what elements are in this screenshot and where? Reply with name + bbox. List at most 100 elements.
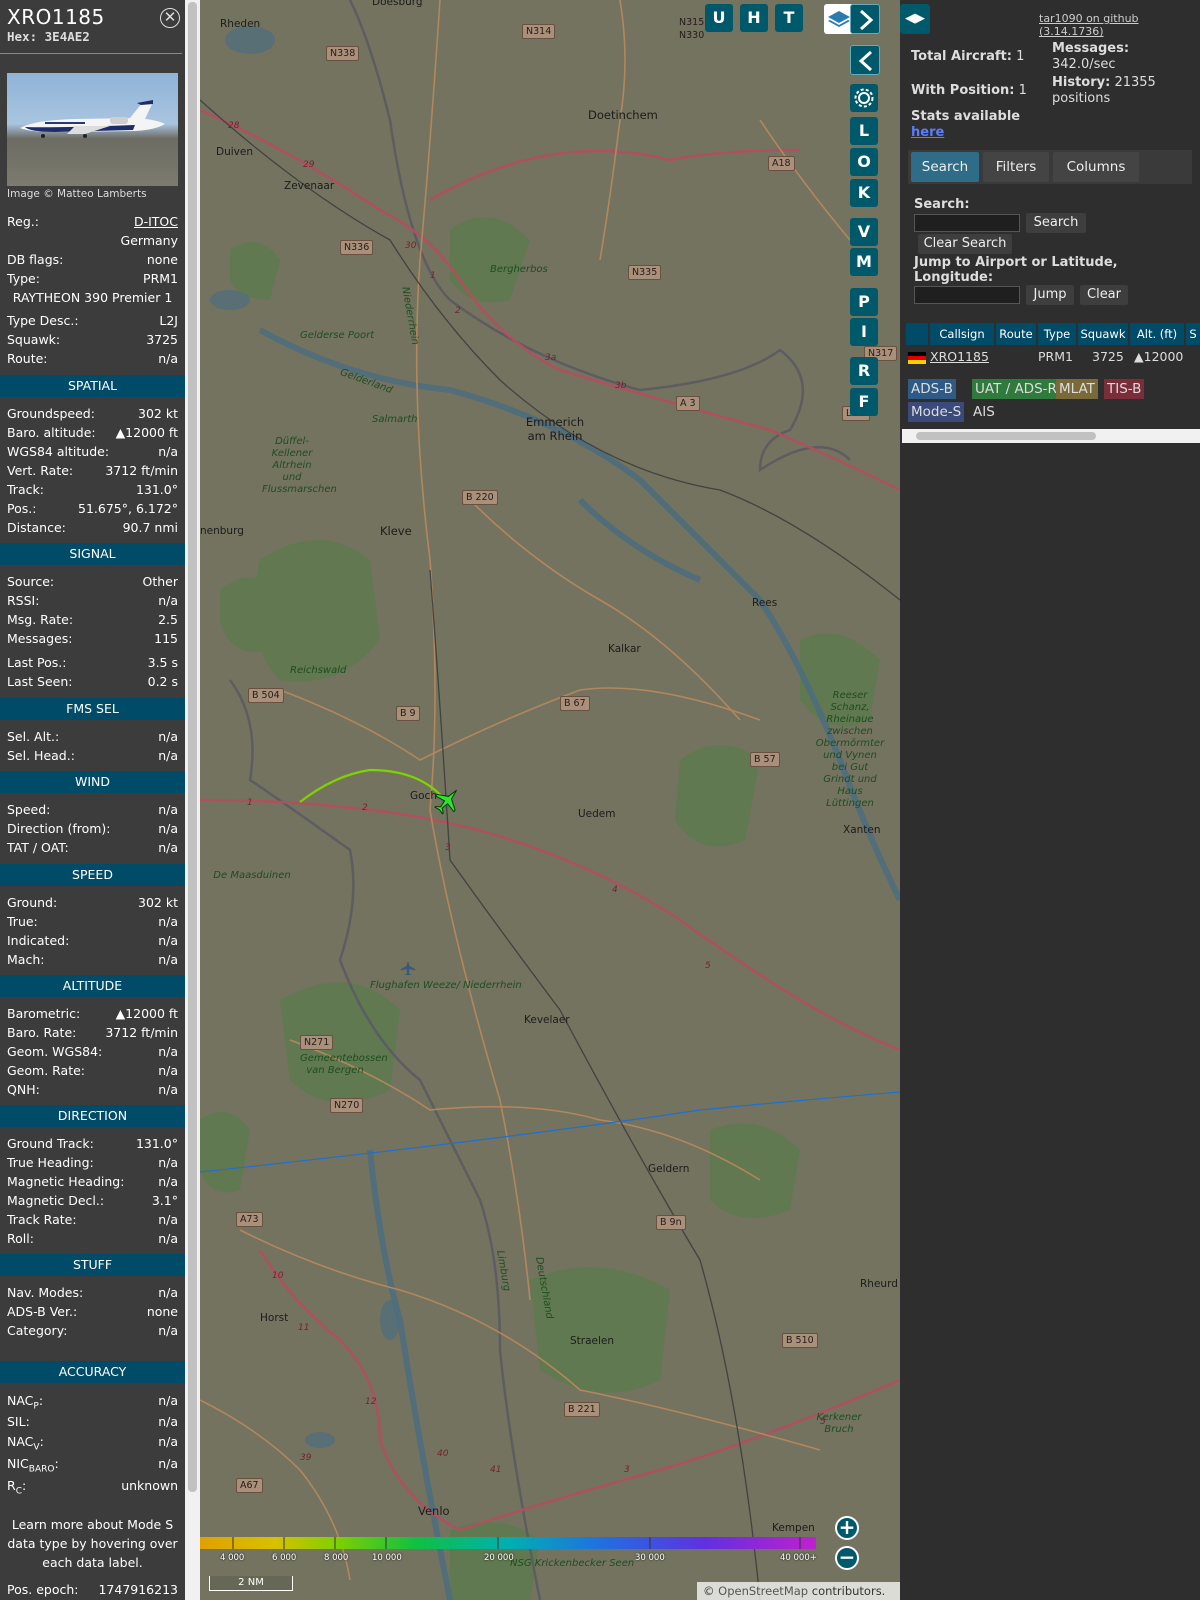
zoom-in-icon[interactable]: + xyxy=(835,1516,859,1540)
reg-link[interactable]: D-ITOC xyxy=(134,212,178,231)
section-header-fms: FMS SEL xyxy=(0,698,185,720)
map-label-place: Duiven xyxy=(216,146,253,158)
table-header-altitude[interactable]: Alt. (ft) xyxy=(1130,323,1184,345)
map-label-place: Venlo xyxy=(418,1504,450,1518)
table-header-flag[interactable] xyxy=(906,323,928,345)
map-label-place: Gelderse Poort xyxy=(300,330,375,341)
distance-scale: 2 NM xyxy=(209,1576,293,1591)
map-toggle-o[interactable]: O xyxy=(850,148,878,176)
clear-button[interactable]: Clear xyxy=(1080,285,1128,305)
aircraft-photo[interactable] xyxy=(7,73,178,186)
spatial-row: Groundspeed: 302 kt xyxy=(7,404,178,423)
map-label-place: Zevenaar xyxy=(284,180,335,192)
source-uat-adsr[interactable]: UAT / ADS-R xyxy=(972,379,1060,399)
accuracy-label-text: NIC xyxy=(7,1456,29,1471)
map-toggle-v[interactable]: V xyxy=(850,218,878,246)
map-toggle-p[interactable]: P xyxy=(850,288,878,316)
source-ais[interactable]: AIS xyxy=(970,402,998,422)
svg-text:3b: 3b xyxy=(615,381,627,391)
accuracy-row: NACP: n/a xyxy=(7,1391,178,1412)
jump-button[interactable]: Jump xyxy=(1026,285,1074,305)
map-view[interactable]: 28 29 30 1 2 3a 3b 1 2 3 4 5 10 11 12 39 40 41 3 5 Rhede… xyxy=(200,0,900,1600)
map-toggle-r[interactable]: R xyxy=(850,357,878,385)
speed-value: 302 kt xyxy=(138,895,178,910)
history-stat: History: 21355 positions xyxy=(1052,75,1192,107)
source-adsb[interactable]: ADS-B xyxy=(908,379,956,399)
scale-label-10000: 10 000 xyxy=(372,1553,402,1563)
osm-link[interactable]: OpenStreetMap xyxy=(718,1584,808,1598)
map-label-place: Gemeentebossen van Bergen xyxy=(300,1053,388,1076)
signal-value: 2.5 xyxy=(158,612,178,627)
spatial-value: 302 kt xyxy=(138,406,178,421)
close-icon[interactable]: ✕ xyxy=(160,8,180,28)
map-label-place: nenburg xyxy=(200,525,244,537)
spatial-row: Pos.: 51.675°, 6.172° xyxy=(7,499,178,518)
clear-search-button[interactable]: Clear Search xyxy=(918,234,1012,254)
map-toggle-m[interactable]: M xyxy=(850,248,878,276)
map-toggle-h[interactable]: H xyxy=(740,4,768,32)
dbflags-label: DB flags: xyxy=(7,252,64,267)
signal-row: Source: Other xyxy=(7,572,178,591)
section-header-stuff: STUFF xyxy=(0,1254,185,1276)
map-label-place: Bergherbos xyxy=(490,264,548,275)
gear-icon[interactable] xyxy=(850,84,878,112)
type-value: PRM1 xyxy=(143,271,178,286)
jet-illustration xyxy=(20,100,165,138)
github-link[interactable]: tar1090 on github (3.14.1736) xyxy=(1039,12,1200,38)
altitude-value: n/a xyxy=(158,1082,178,1097)
table-scrollbar[interactable] xyxy=(902,429,1200,443)
map-label-place: Kevelaer xyxy=(524,1014,570,1026)
table-header-route[interactable]: Route xyxy=(996,323,1036,345)
jump-input[interactable] xyxy=(914,286,1020,304)
zoom-out-icon[interactable]: − xyxy=(835,1546,859,1570)
speed-value: n/a xyxy=(158,952,178,967)
info-scrollbar-thumb[interactable] xyxy=(188,2,197,1492)
table-scrollbar-thumb[interactable] xyxy=(916,432,1096,440)
stuff-label: ADS-B Ver.: xyxy=(7,1304,78,1319)
squawk-label: Squawk: xyxy=(7,332,61,347)
accuracy-label-text: NAC xyxy=(7,1393,34,1408)
source-tisb[interactable]: TIS-B xyxy=(1104,379,1145,399)
source-mlat[interactable]: MLAT xyxy=(1056,379,1098,399)
chevron-right-icon[interactable] xyxy=(850,4,880,34)
info-scrollbar[interactable] xyxy=(185,0,200,1600)
stats-label: Stats available xyxy=(911,109,1021,124)
info-callsign: XRO1185 xyxy=(7,5,105,29)
expand-arrows-icon[interactable]: ◀▶ xyxy=(900,4,930,34)
type-row: Type: PRM1 xyxy=(7,269,178,288)
map-label-place: Salmarth xyxy=(372,414,418,425)
tab-columns[interactable]: Columns xyxy=(1053,152,1139,182)
map-toggle-k[interactable]: K xyxy=(850,179,878,207)
tab-filters[interactable]: Filters xyxy=(983,152,1049,182)
chevron-left-icon[interactable] xyxy=(850,45,880,75)
map-toggle-i[interactable]: I xyxy=(850,318,878,346)
svg-text:1: 1 xyxy=(247,798,253,808)
map-toggle-f[interactable]: F xyxy=(850,388,878,416)
history-label: History: xyxy=(1052,75,1111,90)
svg-text:30: 30 xyxy=(405,241,417,251)
search-input[interactable] xyxy=(914,214,1020,232)
tab-search[interactable]: Search xyxy=(911,152,979,182)
spatial-row: Baro. altitude: ▲12000 ft xyxy=(7,423,178,442)
map-toggle-t[interactable]: T xyxy=(775,4,803,32)
signal-value: 115 xyxy=(154,631,178,646)
speed-label: Ground: xyxy=(7,895,58,910)
stats-link[interactable]: here xyxy=(911,125,944,140)
stuff-label: Category: xyxy=(7,1323,68,1338)
map-toggle-u[interactable]: U xyxy=(705,4,733,32)
search-label-text: Search: xyxy=(914,197,970,212)
attribution-rest: contributors. xyxy=(811,1584,886,1598)
stuff-row: ADS-B Ver.: none xyxy=(7,1302,178,1321)
source-modes[interactable]: Mode-S xyxy=(908,402,965,422)
table-header-callsign[interactable]: Callsign xyxy=(930,323,994,345)
table-header-type[interactable]: Type xyxy=(1038,323,1076,345)
table-header-s[interactable]: S xyxy=(1186,323,1200,345)
total-aircraft-label: Total Aircraft: xyxy=(911,49,1012,64)
map-toggle-l[interactable]: L xyxy=(850,117,878,145)
direction-value: 131.0° xyxy=(135,1136,178,1151)
table-row-callsign[interactable]: XRO1185 xyxy=(930,348,989,366)
accuracy-row: NICBARO: n/a xyxy=(7,1454,178,1475)
accuracy-row: SIL: n/a xyxy=(7,1412,178,1431)
search-button[interactable]: Search xyxy=(1026,213,1086,233)
table-header-squawk[interactable]: Squawk xyxy=(1078,323,1128,345)
